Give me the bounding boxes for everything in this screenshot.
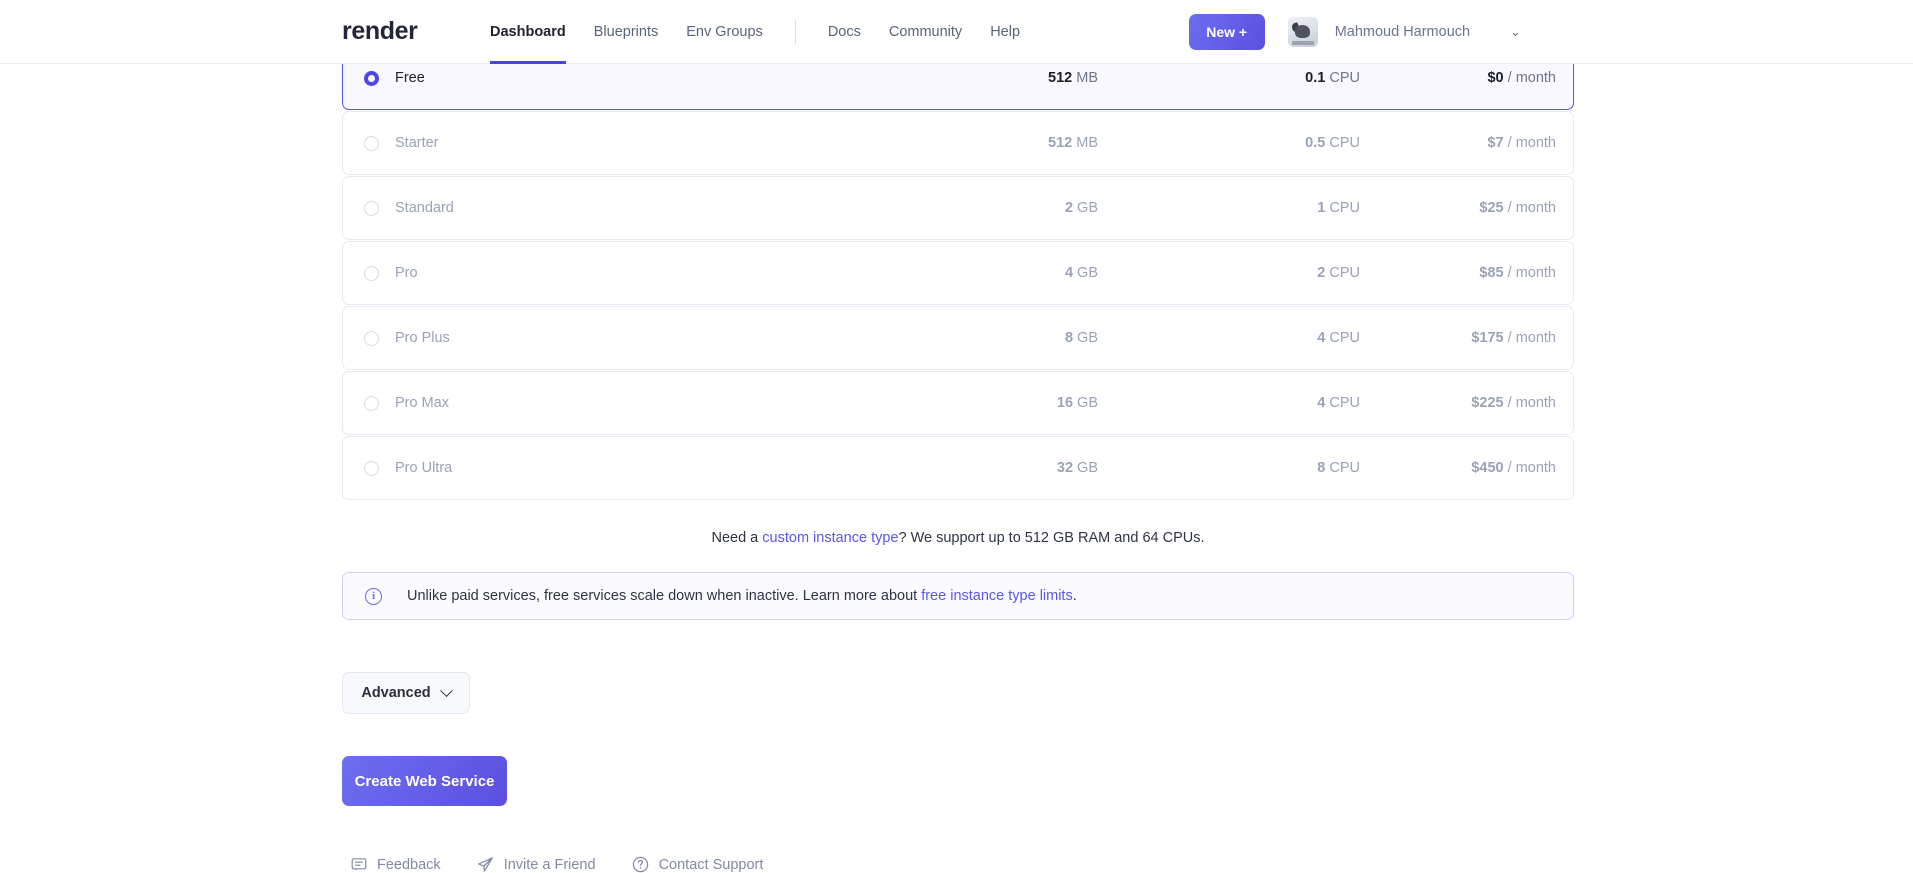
plan-price-period: / month: [1507, 200, 1556, 216]
nav-item-env-groups[interactable]: Env Groups: [672, 0, 777, 64]
footer-label: Invite a Friend: [503, 856, 596, 873]
plan-cpu-value: 2: [1317, 265, 1326, 281]
advanced-toggle-button[interactable]: Advanced: [342, 672, 470, 714]
plan-price: $25 / month: [1479, 200, 1556, 216]
feedback-icon: [351, 857, 367, 871]
custom-instance-type-link[interactable]: custom instance type: [762, 530, 898, 546]
plan-price-value: $85: [1479, 265, 1504, 281]
free-instance-type-limits-link[interactable]: free instance type limits: [921, 588, 1073, 604]
plan-cpu-unit: CPU: [1329, 200, 1360, 216]
page-body: Free 512 MB 0.1 CPU $0 / month Starter 512 MB…: [0, 46, 1913, 873]
plan-cpu: 1 CPU: [343, 200, 1360, 216]
plan-cpu-value: 0.5: [1305, 135, 1326, 151]
plan-price: $0 / month: [1487, 70, 1556, 86]
plan-price-period: / month: [1507, 265, 1556, 281]
nav-item-community[interactable]: Community: [875, 0, 976, 64]
instance-type-row[interactable]: Starter 512 MB 0.5 CPU $7 / month: [342, 111, 1574, 175]
plan-cpu: 2 CPU: [343, 265, 1360, 281]
instance-type-list: Free 512 MB 0.1 CPU $0 / month Starter 512 MB…: [342, 46, 1574, 500]
invite-a-friend-link[interactable]: Invite a Friend: [477, 856, 596, 873]
instance-type-row[interactable]: Pro Plus 8 GB 4 CPU $175 / month: [342, 306, 1574, 370]
custom-note-prefix: Need a: [711, 530, 763, 546]
nav-label: Dashboard: [490, 23, 566, 40]
plan-cpu: 8 CPU: [343, 460, 1360, 476]
advanced-label: Advanced: [361, 685, 431, 701]
banner-text: Unlike paid services, free services scal…: [407, 588, 1077, 604]
plan-price: $175 / month: [1471, 330, 1556, 346]
instance-type-row[interactable]: Pro 4 GB 2 CPU $85 / month: [342, 241, 1574, 305]
feedback-link[interactable]: Feedback: [351, 857, 441, 873]
nav-label: Community: [888, 23, 963, 40]
plan-price-period: / month: [1507, 330, 1556, 346]
plan-cpu-unit: CPU: [1329, 70, 1360, 86]
plan-price: $225 / month: [1471, 395, 1556, 411]
plan-cpu: 4 CPU: [343, 395, 1360, 411]
nav-label: Docs: [827, 23, 861, 40]
avatar-detail: [1294, 24, 1310, 38]
plan-cpu-value: 8: [1317, 460, 1326, 476]
plan-price-period: / month: [1507, 460, 1556, 476]
custom-instance-note: Need a custom instance type? We support …: [342, 530, 1574, 546]
banner-text-prefix: Unlike paid services, free services scal…: [407, 588, 922, 604]
plan-price: $85 / month: [1479, 265, 1556, 281]
avatar[interactable]: [1287, 16, 1318, 47]
plan-cpu-unit: CPU: [1329, 330, 1360, 346]
plan-price-period: / month: [1507, 395, 1556, 411]
plan-cpu-value: 4: [1317, 330, 1326, 346]
nav-item-dashboard[interactable]: Dashboard: [476, 0, 580, 64]
plan-cpu: 0.1 CPU: [343, 70, 1360, 86]
nav-label: Env Groups: [686, 23, 763, 40]
main-nav: Dashboard Blueprints Env Groups Docs Com…: [476, 0, 1034, 64]
footer-links: Feedback Invite a Friend Contact Support: [342, 856, 1574, 873]
top-navigation-bar: render Dashboard Blueprints Env Groups D…: [0, 0, 1913, 64]
plan-price-period: / month: [1507, 135, 1556, 151]
contact-support-link[interactable]: Contact Support: [632, 856, 764, 873]
plan-price: $7 / month: [1487, 135, 1556, 151]
plan-price-value: $175: [1471, 330, 1504, 346]
instance-type-row[interactable]: Standard 2 GB 1 CPU $25 / month: [342, 176, 1574, 240]
plan-price-period: / month: [1507, 70, 1556, 86]
nav-label: Blueprints: [593, 23, 659, 40]
footer-label: Feedback: [377, 856, 441, 873]
banner-text-suffix: .: [1072, 588, 1077, 604]
plan-cpu-unit: CPU: [1329, 460, 1360, 476]
plan-price-value: $7: [1487, 135, 1504, 151]
plan-price-value: $450: [1471, 460, 1504, 476]
nav-item-help[interactable]: Help: [976, 0, 1034, 64]
question-circle-icon: [632, 856, 648, 873]
plan-price: $450 / month: [1471, 460, 1556, 476]
plan-cpu-value: 0.1: [1305, 70, 1326, 86]
paper-plane-icon: [477, 857, 493, 872]
create-web-service-button[interactable]: Create Web Service: [342, 756, 507, 806]
render-logo[interactable]: render: [342, 17, 418, 46]
info-icon: i: [365, 587, 382, 605]
plan-cpu: 0.5 CPU: [343, 135, 1360, 151]
header-right-group: New + Mahmoud Harmouch ⌄: [1188, 13, 1521, 50]
instance-type-row[interactable]: Pro Max 16 GB 4 CPU $225 / month: [342, 371, 1574, 435]
footer-label: Contact Support: [658, 856, 764, 873]
avatar-detail: [1291, 40, 1314, 45]
chevron-down-icon: [439, 683, 453, 697]
chevron-down-icon[interactable]: ⌄: [1510, 25, 1521, 38]
plan-price-value: $25: [1479, 200, 1504, 216]
nav-item-blueprints[interactable]: Blueprints: [580, 0, 672, 64]
new-button[interactable]: New +: [1188, 13, 1265, 50]
nav-label: Help: [990, 23, 1021, 40]
plan-cpu-unit: CPU: [1329, 395, 1360, 411]
plan-cpu-value: 1: [1317, 200, 1326, 216]
plan-cpu: 4 CPU: [343, 330, 1360, 346]
nav-item-docs[interactable]: Docs: [814, 0, 875, 64]
instance-type-row[interactable]: Pro Ultra 32 GB 8 CPU $450 / month: [342, 436, 1574, 500]
free-tier-info-banner: i Unlike paid services, free services sc…: [342, 572, 1574, 620]
plan-cpu-value: 4: [1317, 395, 1326, 411]
plan-price-value: $225: [1471, 395, 1504, 411]
instance-type-form: Free 512 MB 0.1 CPU $0 / month Starter 512 MB…: [342, 46, 1574, 873]
custom-note-suffix: ? We support up to 512 GB RAM and 64 CPU…: [898, 530, 1205, 546]
plan-cpu-unit: CPU: [1329, 135, 1360, 151]
nav-divider: [794, 18, 796, 45]
plan-cpu-unit: CPU: [1329, 265, 1360, 281]
plan-price-value: $0: [1487, 70, 1504, 86]
user-name-label[interactable]: Mahmoud Harmouch: [1335, 24, 1470, 40]
